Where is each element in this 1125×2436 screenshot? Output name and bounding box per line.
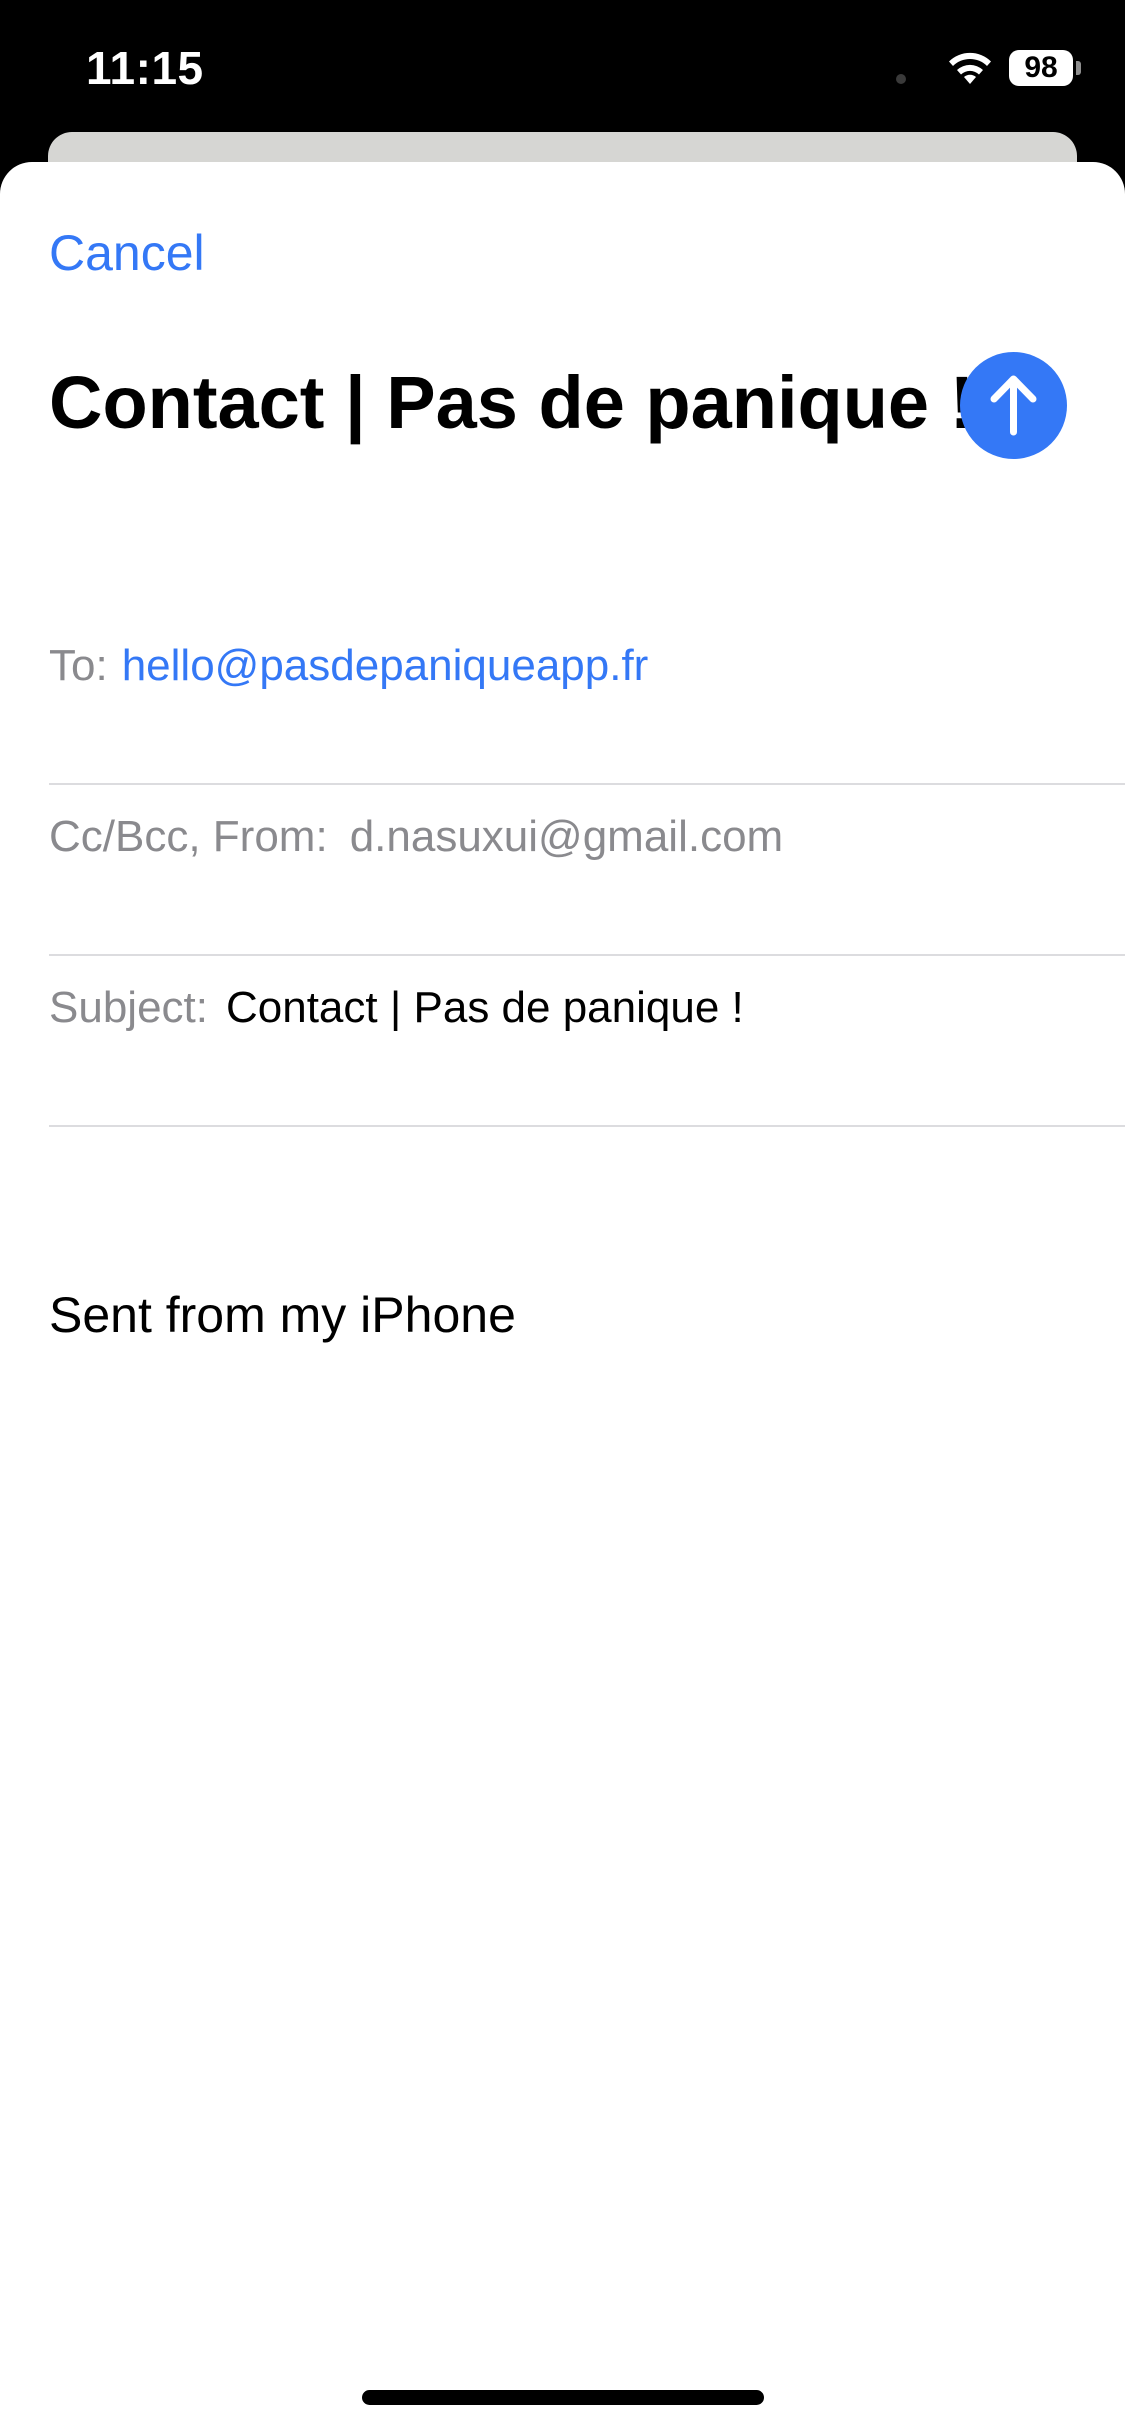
battery-tip bbox=[1076, 61, 1081, 75]
status-time: 11:15 bbox=[86, 42, 204, 94]
send-button[interactable] bbox=[960, 352, 1067, 459]
to-label: To: bbox=[49, 641, 108, 690]
to-recipient[interactable]: hello@pasdepaniqueapp.fr bbox=[122, 641, 649, 690]
subject-label: Subject: bbox=[49, 983, 208, 1032]
cancel-button[interactable]: Cancel bbox=[49, 222, 205, 284]
arrow-up-icon bbox=[990, 375, 1037, 436]
home-indicator[interactable] bbox=[362, 2390, 764, 2405]
compose-sheet: Cancel Contact | Pas de panique ! To: hel… bbox=[0, 162, 1125, 2436]
from-address[interactable]: d.nasuxui@gmail.com bbox=[350, 812, 784, 861]
battery-indicator: 98 bbox=[1009, 50, 1073, 86]
to-field-row[interactable]: To: hello@pasdepaniqueapp.fr bbox=[49, 612, 1125, 785]
compose-title: Contact | Pas de panique ! bbox=[49, 361, 975, 444]
ccbcc-from-field-row[interactable]: Cc/Bcc, From: d.nasuxui@gmail.com bbox=[49, 783, 1125, 956]
status-bar: 11:15 98 bbox=[0, 0, 1125, 140]
ccbcc-from-label: Cc/Bcc, From: bbox=[49, 812, 328, 861]
subject-input[interactable]: Contact | Pas de panique ! bbox=[226, 983, 744, 1032]
wifi-icon bbox=[949, 52, 991, 84]
subject-field-row[interactable]: Subject: Contact | Pas de panique ! bbox=[49, 954, 1125, 1127]
camera-indicator-dot bbox=[896, 74, 906, 84]
message-body[interactable]: Sent from my iPhone bbox=[49, 1284, 516, 1346]
